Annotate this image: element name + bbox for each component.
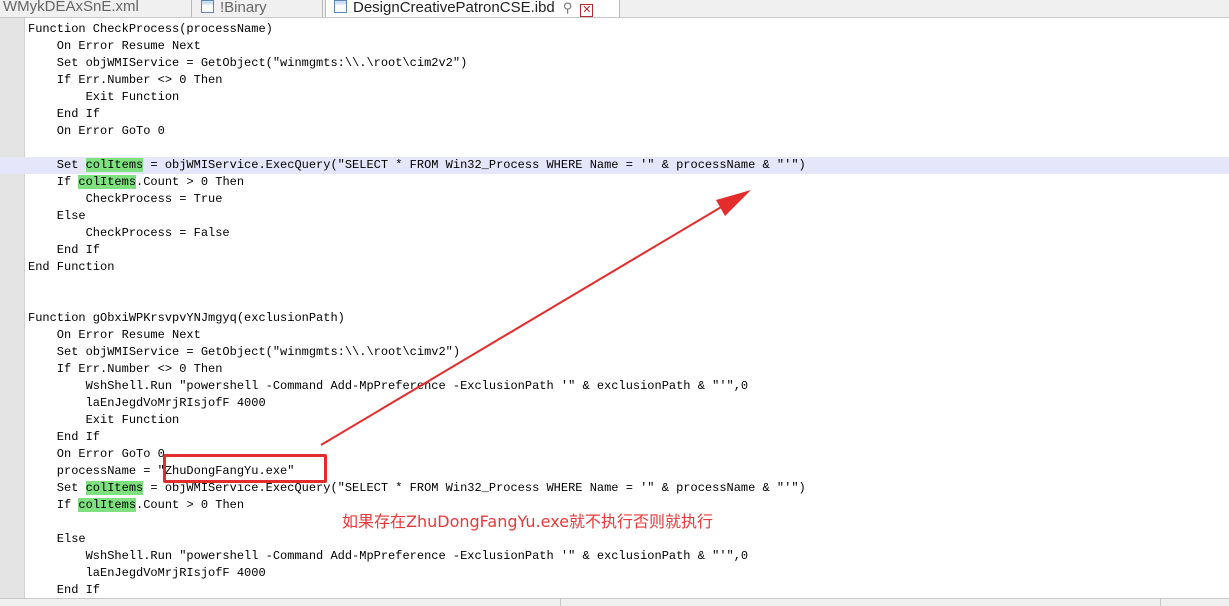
arrow-head [716, 190, 751, 216]
annotation-note: 如果存在ZhuDongFangYu.exe就不执行否则就执行 [342, 512, 714, 531]
arrow-shaft [320, 202, 729, 446]
